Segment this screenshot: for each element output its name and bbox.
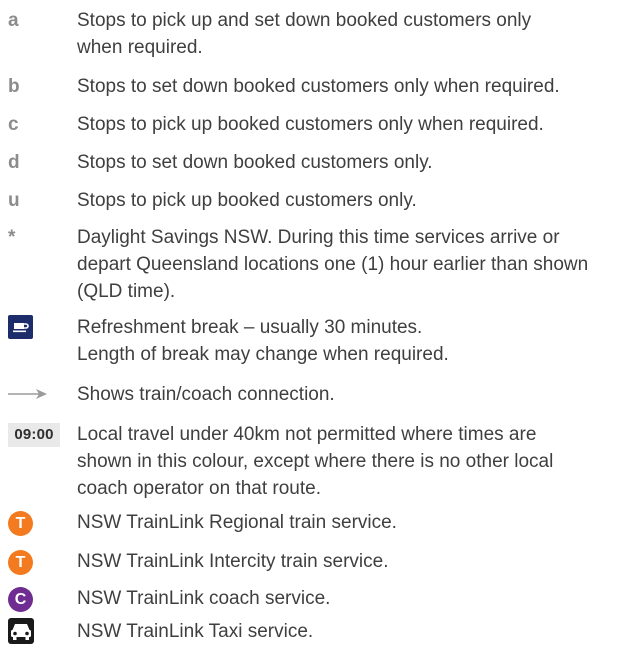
legend-description-daylight-savings: Daylight Savings NSW. During this time s… (77, 224, 622, 305)
legend-key-b: b (8, 76, 20, 97)
legend-description-d: Stops to set down booked customers only. (77, 152, 433, 173)
legend-description-c: Stops to pick up booked customers only w… (77, 114, 544, 135)
legend-description-connection: Shows train/coach connection. (77, 384, 335, 405)
regional-train-icon: T (8, 511, 33, 536)
arrow-right-icon (8, 387, 48, 406)
coffee-cup-icon (8, 315, 33, 339)
legend-key-d: d (8, 152, 20, 173)
refreshment-line-1: Refreshment break – usually 30 minutes. (77, 317, 423, 338)
local-travel-line-1: Local travel under 40km not permitted wh… (77, 424, 537, 445)
legend-description-coach: NSW TrainLink coach service. (77, 588, 331, 609)
legend-description-taxi: NSW TrainLink Taxi service. (77, 621, 314, 642)
coach-icon: C (8, 587, 33, 612)
taxi-icon (8, 618, 34, 649)
legend-key-a: a (8, 10, 19, 31)
intercity-train-icon: T (8, 550, 33, 575)
local-travel-line-3: coach operator on that route. (77, 478, 321, 499)
legend-description-regional-train: NSW TrainLink Regional train service. (77, 512, 397, 533)
legend-key-asterisk: * (8, 227, 16, 248)
legend-description-refreshment: Refreshment break – usually 30 minutes. … (77, 314, 622, 368)
legend-key-c: c (8, 114, 19, 135)
legend-a-line-2: when required. (77, 37, 203, 58)
local-travel-line-2: shown in this colour, except where there… (77, 451, 554, 472)
legend-description-local-travel: Local travel under 40km not permitted wh… (77, 421, 622, 502)
legend-description-u: Stops to pick up booked customers only. (77, 190, 417, 211)
legend-key-u: u (8, 190, 20, 211)
refreshment-line-2: Length of break may change when required… (77, 344, 449, 365)
daylight-line-2: depart Queensland locations one (1) hour… (77, 254, 589, 275)
legend-a-line-1: Stops to pick up and set down booked cus… (77, 10, 532, 31)
legend-description-b: Stops to set down booked customers only … (77, 76, 560, 97)
daylight-line-1: Daylight Savings NSW. During this time s… (77, 227, 560, 248)
legend-description-intercity-train: NSW TrainLink Intercity train service. (77, 551, 389, 572)
daylight-line-3: (QLD time). (77, 281, 176, 302)
legend-description-a: Stops to pick up and set down booked cus… (77, 7, 622, 61)
time-colour-sample: 09:00 (8, 423, 60, 447)
